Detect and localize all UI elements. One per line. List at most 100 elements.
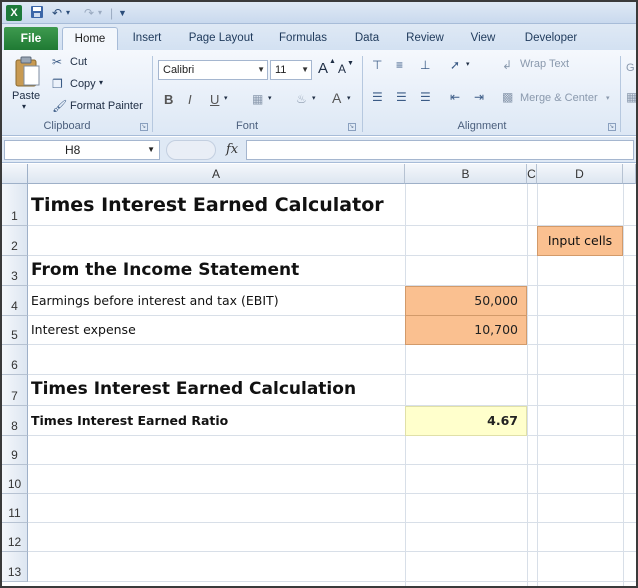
row-header-9[interactable]: 9 bbox=[2, 436, 28, 465]
font-size-select[interactable]: 11 ▼ bbox=[270, 60, 312, 80]
row-header-4[interactable]: 4 bbox=[2, 286, 28, 316]
fill-color-icon[interactable]: ♨ bbox=[296, 92, 307, 106]
align-center-icon[interactable]: ☰ bbox=[396, 90, 407, 104]
column-header-c[interactable]: C bbox=[527, 164, 537, 184]
cell-a7-section[interactable]: Times Interest Earned Calculation bbox=[31, 379, 356, 403]
chevron-down-icon: ▼ bbox=[147, 145, 155, 154]
underline-dropdown-icon[interactable]: ▾ bbox=[224, 94, 228, 102]
align-right-icon[interactable]: ☰ bbox=[420, 90, 431, 104]
paste-label[interactable]: Paste bbox=[12, 90, 40, 102]
group-divider bbox=[620, 56, 621, 132]
row-header-1[interactable]: 1 bbox=[2, 184, 28, 226]
number-format-icon[interactable]: ▦ bbox=[626, 90, 636, 104]
cell-a4-label[interactable]: Earmings before interest and tax (EBIT) bbox=[31, 293, 279, 311]
cell-b8-ratio[interactable]: 4.67 bbox=[405, 406, 527, 436]
row-header-12[interactable]: 12 bbox=[2, 523, 28, 552]
cell-a5-label[interactable]: Interest expense bbox=[31, 322, 136, 340]
tab-developer[interactable]: Developer bbox=[516, 27, 586, 50]
align-left-icon[interactable]: ☰ bbox=[372, 90, 383, 104]
cell-a8-label[interactable]: Times Interest Earned Ratio bbox=[31, 413, 228, 431]
formula-controls: fx bbox=[166, 140, 246, 160]
cut-button[interactable]: Cut bbox=[70, 56, 87, 68]
number-group-partial[interactable]: G bbox=[626, 62, 635, 74]
undo-icon[interactable]: ↶ bbox=[52, 5, 62, 21]
column-header-a[interactable]: A bbox=[28, 164, 405, 184]
name-box[interactable]: H8 ▼ bbox=[4, 140, 160, 160]
gridline bbox=[28, 285, 636, 286]
borders-dropdown-icon[interactable]: ▾ bbox=[268, 94, 272, 102]
alignment-group-label: Alignment bbox=[457, 120, 507, 132]
excel-app-icon[interactable]: X bbox=[6, 5, 22, 21]
row-header-7[interactable]: 7 bbox=[2, 375, 28, 406]
column-header-b[interactable]: B bbox=[405, 164, 527, 184]
cell-a1-title[interactable]: Times Interest Earned Calculator bbox=[31, 194, 384, 220]
copy-icon[interactable]: ❐ bbox=[52, 77, 63, 91]
select-all-corner[interactable] bbox=[2, 164, 28, 184]
row-header-8[interactable]: 8 bbox=[2, 406, 28, 436]
undo-dropdown-icon[interactable]: ▾ bbox=[66, 5, 70, 21]
customize-qat-icon[interactable]: ▼ bbox=[118, 5, 127, 21]
copy-button[interactable]: Copy bbox=[70, 78, 96, 90]
row-header-5[interactable]: 5 bbox=[2, 316, 28, 345]
merge-dropdown-icon[interactable]: ▾ bbox=[606, 94, 610, 102]
clipboard-launcher-icon[interactable]: ↘ bbox=[140, 123, 148, 131]
gridline bbox=[527, 184, 528, 586]
tab-file[interactable]: File bbox=[4, 27, 58, 50]
fill-dropdown-icon[interactable]: ▾ bbox=[312, 94, 316, 102]
increase-indent-icon[interactable]: ⇥ bbox=[474, 90, 484, 104]
wrap-text-button[interactable]: Wrap Text bbox=[520, 58, 569, 70]
tab-insert[interactable]: Insert bbox=[124, 27, 170, 50]
cell-b4-ebit[interactable]: 50,000 bbox=[405, 286, 527, 316]
tab-page-layout[interactable]: Page Layout bbox=[182, 27, 260, 50]
font-color-dropdown-icon[interactable]: ▾ bbox=[347, 94, 351, 102]
cell-b5-interest[interactable]: 10,700 bbox=[405, 315, 527, 345]
format-painter-icon[interactable]: 🖌 bbox=[52, 99, 67, 113]
insert-function-icon[interactable]: fx bbox=[226, 140, 238, 160]
row-header-6[interactable]: 6 bbox=[2, 345, 28, 375]
format-painter-button[interactable]: Format Painter bbox=[70, 100, 143, 112]
tab-review[interactable]: Review bbox=[398, 27, 452, 50]
paste-icon[interactable] bbox=[13, 56, 41, 88]
tab-formulas[interactable]: Formulas bbox=[270, 27, 336, 50]
row-header-13[interactable]: 13 bbox=[2, 552, 28, 582]
orientation-icon[interactable]: ➚ bbox=[450, 58, 460, 72]
gridline bbox=[623, 184, 624, 586]
cell-a3-section[interactable]: From the Income Statement bbox=[31, 260, 299, 284]
merge-center-button[interactable]: Merge & Center bbox=[520, 92, 598, 104]
save-icon[interactable] bbox=[30, 5, 44, 21]
bold-button[interactable]: B bbox=[164, 92, 173, 107]
row-header-10[interactable]: 10 bbox=[2, 465, 28, 494]
column-header-d[interactable]: D bbox=[537, 164, 623, 184]
wrap-text-icon[interactable]: ↲ bbox=[502, 58, 512, 72]
font-name-select[interactable]: Calibri ▼ bbox=[158, 60, 268, 80]
shrink-font-button[interactable]: A bbox=[338, 62, 346, 76]
cell-d2-input-legend[interactable]: Input cells bbox=[537, 226, 623, 256]
italic-button[interactable]: I bbox=[188, 92, 192, 107]
column-header-e[interactable] bbox=[623, 164, 636, 184]
alignment-launcher-icon[interactable]: ↘ bbox=[608, 123, 616, 131]
redo-dropdown-icon[interactable]: ▾ bbox=[98, 5, 102, 21]
copy-dropdown-icon[interactable]: ▾ bbox=[99, 78, 103, 87]
top-align-icon[interactable]: ⊤ bbox=[372, 58, 382, 72]
underline-button[interactable]: U bbox=[210, 92, 219, 107]
paste-dropdown-icon[interactable]: ▾ bbox=[22, 102, 26, 111]
row-header-2[interactable]: 2 bbox=[2, 226, 28, 256]
font-color-button[interactable]: A bbox=[332, 90, 341, 106]
scissors-icon[interactable]: ✂ bbox=[52, 55, 62, 69]
tab-view[interactable]: View bbox=[460, 27, 506, 50]
row-header-3[interactable]: 3 bbox=[2, 256, 28, 286]
redo-icon[interactable]: ↷ bbox=[84, 5, 94, 21]
grow-font-button[interactable]: A bbox=[318, 60, 328, 77]
worksheet-grid[interactable]: A B C D 1 2 3 4 5 6 7 8 9 10 11 12 13 Ti… bbox=[2, 164, 636, 586]
row-header-11[interactable]: 11 bbox=[2, 494, 28, 523]
orientation-dropdown-icon[interactable]: ▾ bbox=[466, 60, 470, 68]
borders-icon[interactable]: ▦ bbox=[252, 92, 263, 106]
font-launcher-icon[interactable]: ↘ bbox=[348, 123, 356, 131]
merge-center-icon[interactable]: ▩ bbox=[502, 90, 513, 104]
bottom-align-icon[interactable]: ⊥ bbox=[420, 58, 430, 72]
tab-home[interactable]: Home bbox=[62, 27, 118, 50]
formula-input[interactable] bbox=[246, 140, 634, 160]
middle-align-icon[interactable]: ≡ bbox=[396, 58, 403, 72]
decrease-indent-icon[interactable]: ⇤ bbox=[450, 90, 460, 104]
tab-data[interactable]: Data bbox=[346, 27, 388, 50]
